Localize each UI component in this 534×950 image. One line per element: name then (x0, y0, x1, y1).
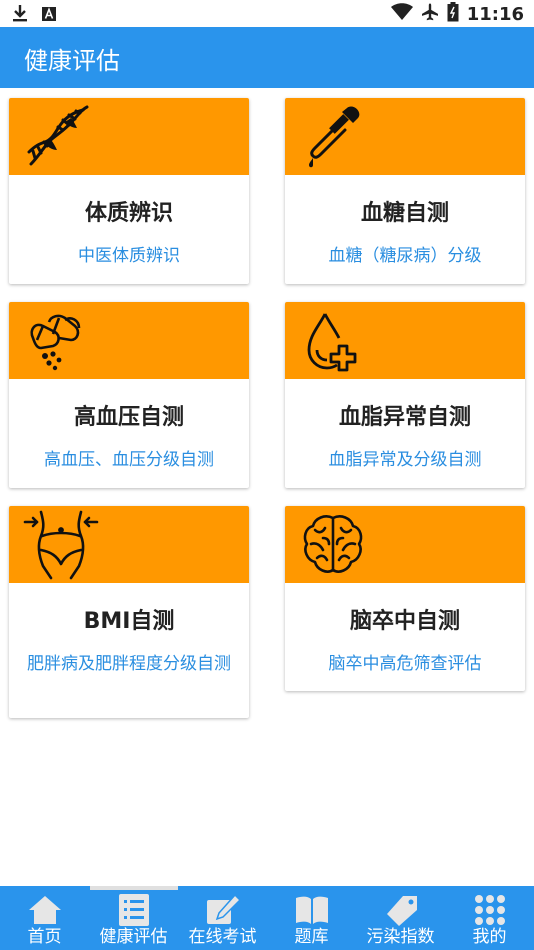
card-banner (9, 98, 249, 175)
clock: 11:16 (466, 3, 524, 25)
card-title: 血脂异常自测 (338, 405, 471, 430)
card-banner (285, 506, 525, 583)
nav-health-assessment[interactable]: 健康评估 (89, 886, 178, 950)
card-banner (285, 98, 525, 175)
card-bmi[interactable]: BMI自测 肥胖病及肥胖程度分级自测 (9, 506, 249, 718)
nav-label: 污染指数 (366, 927, 435, 947)
bottom-navigation: 首页 健康评估 在线考试 题库 污染指数 我的 (0, 886, 534, 950)
nav-mine[interactable]: 我的 (445, 886, 534, 950)
card-subtitle[interactable]: 高血压、血压分级自测 (9, 447, 249, 488)
font-notification-icon (42, 6, 56, 25)
card-blood-lipid[interactable]: 血脂异常自测 血脂异常及分级自测 (285, 302, 525, 488)
status-bar: 11:16 (0, 0, 534, 27)
page-title: 健康评估 (24, 47, 120, 75)
wifi-icon (390, 3, 413, 25)
nav-label: 首页 (27, 927, 62, 947)
card-subtitle[interactable]: 中医体质辨识 (9, 243, 249, 284)
nav-label: 题库 (294, 927, 329, 947)
card-constitution[interactable]: 体质辨识 中医体质辨识 (9, 98, 249, 284)
dropper-icon (309, 106, 360, 168)
brain-icon (303, 515, 363, 573)
download-icon (12, 4, 28, 26)
airplane-icon (421, 3, 439, 25)
nav-label: 在线考试 (188, 927, 257, 947)
card-subtitle[interactable]: 肥胖病及肥胖程度分级自测 (9, 651, 249, 692)
nav-question-bank[interactable]: 题库 (267, 886, 356, 950)
dna-icon (27, 105, 89, 166)
nav-label: 我的 (472, 927, 507, 947)
waist-icon (23, 510, 99, 580)
card-blood-sugar[interactable]: 血糖自测 血糖（糖尿病）分级 (285, 98, 525, 284)
card-hypertension[interactable]: 高血压自测 高血压、血压分级自测 (9, 302, 249, 488)
card-banner (9, 302, 249, 379)
card-subtitle[interactable]: 血脂异常及分级自测 (285, 447, 525, 488)
nav-label: 健康评估 (99, 927, 168, 947)
card-banner (9, 506, 249, 583)
battery-icon (447, 2, 459, 26)
card-title: BMI自测 (83, 609, 175, 634)
card-subtitle[interactable]: 脑卒中高危筛查评估 (285, 651, 525, 691)
blood-drop-plus-icon (307, 313, 357, 372)
card-title: 高血压自测 (73, 405, 184, 430)
nav-pollution-index[interactable]: 污染指数 (356, 886, 445, 950)
card-subtitle[interactable]: 血糖（糖尿病）分级 (285, 243, 525, 284)
card-title: 脑卒中自测 (349, 609, 460, 634)
card-stroke[interactable]: 脑卒中自测 脑卒中高危筛查评估 (285, 506, 525, 691)
card-title: 体质辨识 (84, 201, 173, 226)
app-bar: 健康评估 (0, 27, 534, 88)
pills-icon (30, 314, 81, 371)
card-banner (285, 302, 525, 379)
card-title: 血糖自测 (360, 201, 449, 226)
nav-home[interactable]: 首页 (0, 886, 89, 950)
nav-online-exam[interactable]: 在线考试 (178, 886, 267, 950)
